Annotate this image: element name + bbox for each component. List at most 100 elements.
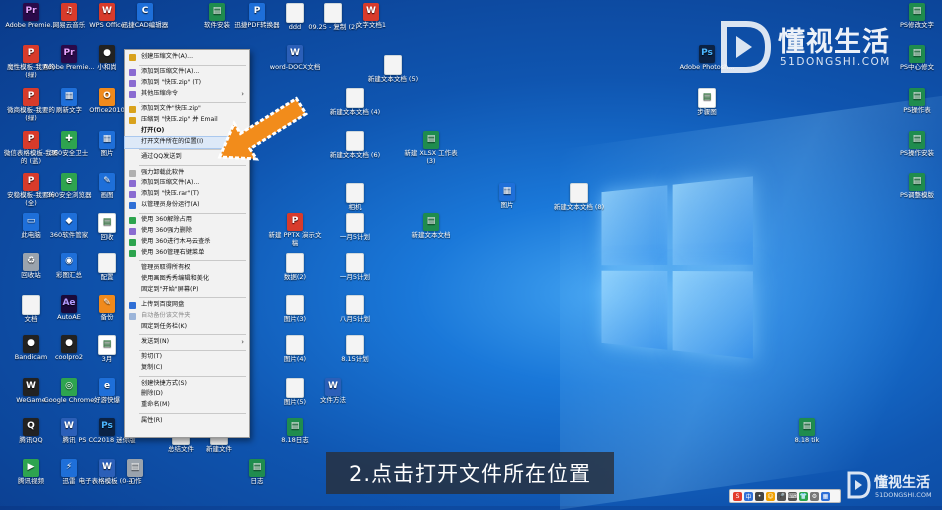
desktop-icon-glyph bbox=[286, 335, 304, 355]
desktop-icon[interactable]: ▤ 日志 bbox=[228, 459, 286, 486]
menu-item-label: 创建压缩文件(A)... bbox=[141, 53, 194, 60]
menu-item-label: 复制(C) bbox=[141, 364, 163, 372]
watermark-en: 51DONGSHI.COM bbox=[780, 56, 891, 68]
menu-item[interactable]: 重命名(M) bbox=[125, 400, 249, 411]
menu-item[interactable]: 以管理员身份运行(A) bbox=[125, 200, 249, 211]
desktop-icon[interactable]: 数据(2) bbox=[266, 253, 324, 282]
menu-item[interactable]: 使用 360管理右键菜单 bbox=[125, 248, 249, 259]
menu-item[interactable]: 发送到(N) › bbox=[125, 337, 249, 348]
ime-logo-icon[interactable]: S bbox=[733, 491, 742, 501]
ime-tool-icon[interactable]: ⌨ bbox=[788, 491, 797, 501]
desktop-icon-label: 日志 bbox=[250, 477, 264, 485]
menu-item[interactable]: 创建快捷方式(S) bbox=[125, 379, 249, 390]
menu-item-label: 以管理员身份运行(A) bbox=[141, 200, 200, 208]
desktop-icon[interactable]: 图片(4) bbox=[266, 335, 324, 364]
ime-tool-icon[interactable]: ▦ bbox=[821, 491, 830, 501]
menu-item[interactable]: 固定到"开始"屏幕(P) bbox=[125, 285, 249, 296]
menu-item[interactable]: 强力卸载此软件 bbox=[125, 168, 249, 179]
watermark-small-en: 51DONGSHI.COM bbox=[875, 491, 932, 499]
desktop-icon[interactable]: C 迅捷CAD编辑器 bbox=[116, 3, 174, 30]
desktop-icon[interactable]: ▤ PS操作表 bbox=[888, 88, 942, 115]
desktop-icon[interactable]: ▤ 步骤图 bbox=[678, 88, 736, 117]
menu-item[interactable]: 使用 360强力删除 bbox=[125, 226, 249, 237]
desktop-icon-glyph bbox=[384, 55, 402, 75]
menu-item[interactable]: 添加到压缩文件(A)... bbox=[125, 178, 249, 189]
desktop-icon-glyph bbox=[22, 295, 40, 315]
desktop-icon[interactable]: P 新建 PPTX 演示文稿 bbox=[266, 213, 324, 247]
menu-item[interactable]: 属性(R) bbox=[125, 416, 249, 427]
menu-item[interactable]: 添加到 "快压.zip" (T) bbox=[125, 78, 249, 89]
menu-separator bbox=[139, 412, 246, 414]
desktop-icon[interactable]: ▦ 图片 bbox=[478, 183, 536, 210]
ime-mode-toggle[interactable]: 中 bbox=[744, 491, 753, 501]
desktop-icon[interactable]: 新建文本文档 (4) bbox=[326, 88, 384, 117]
desktop-icon[interactable]: ▤ PS操作安装 bbox=[888, 131, 942, 158]
desktop-icon-label: 新建文件 bbox=[206, 445, 232, 453]
desktop-icon-glyph: ♫ bbox=[61, 3, 77, 21]
menu-item[interactable]: 删除(D) bbox=[125, 389, 249, 400]
desktop-icon-label: 新建文本文档 (8) bbox=[553, 203, 605, 211]
desktop-icon[interactable]: W 文字文档1 bbox=[342, 3, 400, 30]
menu-item[interactable]: 自动备份该文件夹 bbox=[125, 311, 249, 322]
menu-item-label: 其他压缩命令 bbox=[141, 89, 179, 97]
desktop-icon[interactable]: 新建文本文档 (8) bbox=[550, 183, 608, 212]
menu-item-icon bbox=[129, 228, 136, 236]
menu-item[interactable]: 固定到任务栏(K) bbox=[125, 322, 249, 333]
desktop-icon[interactable]: W 文件方法 bbox=[304, 378, 362, 405]
menu-item-label: 自动备份该文件夹 bbox=[141, 311, 191, 319]
menu-item[interactable]: 使用 360进行木马云查杀 bbox=[125, 237, 249, 248]
desktop-icon-label: 新建 XLSX 工作表 (3) bbox=[404, 149, 458, 165]
desktop-icon-glyph: C bbox=[137, 3, 153, 21]
desktop-icon-glyph: O bbox=[99, 88, 115, 106]
desktop-icon[interactable]: Wword-DOCX文档 bbox=[266, 45, 324, 72]
ime-tool-icon[interactable]: ☺ bbox=[766, 491, 775, 501]
menu-item-label: 上传到百度网盘 bbox=[141, 301, 185, 309]
desktop-icon[interactable]: 一月5计划 bbox=[326, 253, 384, 282]
menu-item-label: 删除(D) bbox=[141, 390, 163, 398]
menu-item[interactable]: 复制(C) bbox=[125, 363, 249, 374]
desktop-icon-glyph: e bbox=[61, 173, 77, 191]
desktop-icon-glyph bbox=[570, 183, 588, 203]
menu-item[interactable]: 使用 360解除占用 bbox=[125, 215, 249, 226]
ime-tool-icon[interactable]: 🎤 bbox=[777, 491, 786, 501]
menu-item[interactable]: 剪切(T) bbox=[125, 352, 249, 363]
menu-item[interactable]: 添加到 "快压.rar"(T) bbox=[125, 189, 249, 200]
desktop-icon[interactable]: 8.15计划 bbox=[326, 335, 384, 364]
ime-tool-icon[interactable]: ⚙ bbox=[810, 491, 819, 501]
ime-tool-icon[interactable]: 👕 bbox=[799, 491, 808, 501]
menu-item-icon bbox=[129, 90, 136, 98]
desktop-icon-glyph: P bbox=[23, 173, 39, 191]
ime-tool-icon[interactable]: • bbox=[755, 491, 764, 501]
desktop-icon-glyph: ▤ bbox=[98, 213, 116, 233]
desktop-icon-glyph: ▤ bbox=[127, 459, 143, 477]
desktop-icon[interactable]: 一月5计划 bbox=[326, 213, 384, 242]
menu-item-label: 发送到(N) bbox=[141, 338, 170, 346]
desktop-icon[interactable]: ▤ 8.18 tik bbox=[778, 418, 836, 445]
desktop-icon[interactable]: ▤ PS调整模版 bbox=[888, 173, 942, 200]
watermark-small-d-icon bbox=[847, 471, 871, 499]
desktop-icon[interactable]: ▤ 新建 XLSX 工作表 (3) bbox=[402, 131, 460, 165]
desktop-icon-glyph: ◆ bbox=[61, 213, 77, 231]
desktop-icon[interactable]: ▤ 8.18日志 bbox=[266, 418, 324, 445]
ime-toolbar[interactable]: S 中 • ☺ 🎤 ⌨ 👕 ⚙ ▦ bbox=[729, 489, 841, 503]
menu-item[interactable]: 添加到压缩文件(A)... bbox=[125, 67, 249, 78]
desktop-icon[interactable]: ▤ 工作 bbox=[106, 459, 164, 486]
desktop-icon[interactable]: 新建文本文档 (5) bbox=[364, 55, 422, 84]
desktop-icon[interactable]: ▤ 新建文本文档 bbox=[402, 213, 460, 240]
watermark-logo: 懂视生活 51DONGSHI.COM bbox=[716, 18, 926, 80]
menu-separator bbox=[139, 212, 246, 214]
step-caption: 2.点击打开文件所在位置 bbox=[326, 452, 614, 494]
desktop-icon[interactable]: 图片(3) bbox=[266, 295, 324, 324]
menu-item[interactable]: 使用画图秀秀编辑和美化 bbox=[125, 274, 249, 285]
menu-item[interactable]: 创建压缩文件(A)... bbox=[125, 52, 249, 63]
menu-item-icon bbox=[129, 80, 136, 88]
desktop-icon[interactable]: 八月5计划 bbox=[326, 295, 384, 324]
desktop-icon[interactable]: 相机 bbox=[326, 183, 384, 212]
menu-item[interactable]: 管理员取得所有权 bbox=[125, 263, 249, 274]
desktop-icon-glyph: ● bbox=[23, 335, 39, 353]
desktop-icon-glyph bbox=[346, 295, 364, 315]
desktop-icon-glyph bbox=[286, 295, 304, 315]
menu-item[interactable]: 上传到百度网盘 bbox=[125, 300, 249, 311]
desktop-icon[interactable]: 新建文本文档 (6) bbox=[326, 131, 384, 160]
menu-item-icon bbox=[129, 117, 136, 125]
